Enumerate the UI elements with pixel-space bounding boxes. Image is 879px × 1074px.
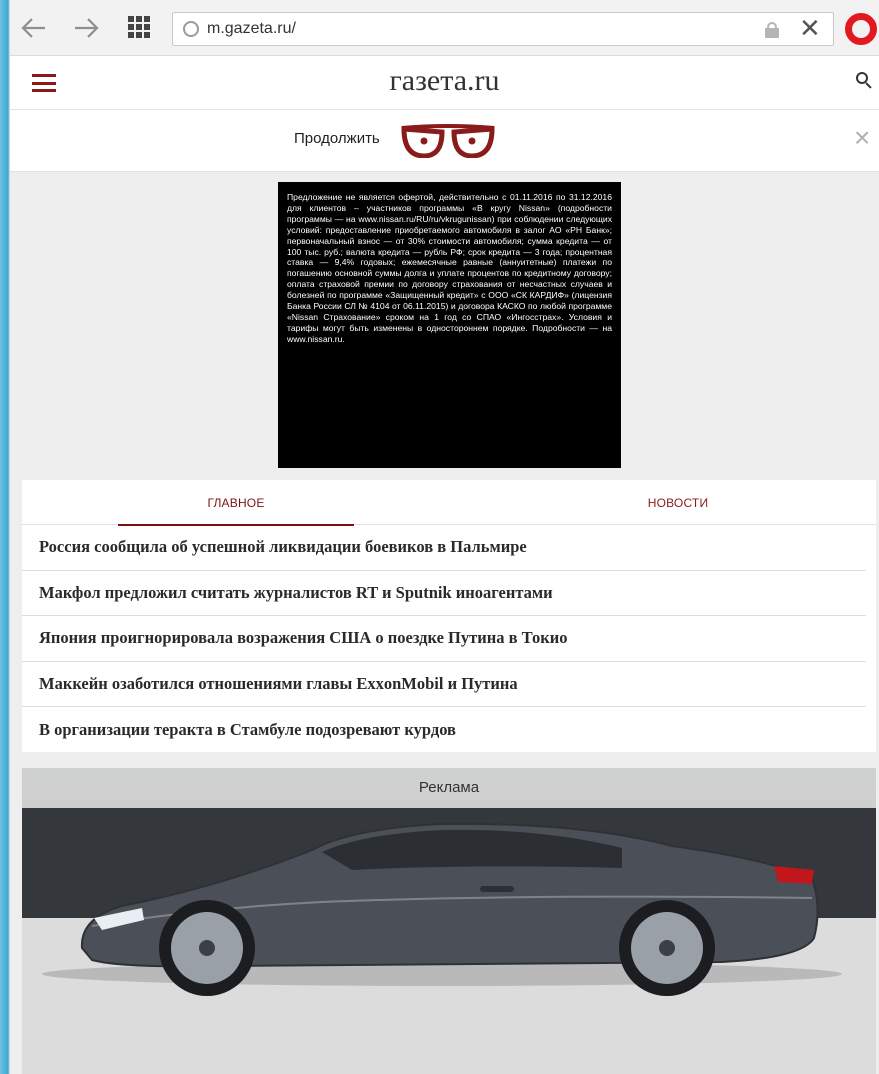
continue-label[interactable]: Продолжить bbox=[294, 130, 380, 147]
tab-news[interactable]: НОВОСТИ bbox=[560, 480, 796, 525]
car-image bbox=[22, 798, 876, 1074]
news-item[interactable]: Япония проигнорировала возражения США о … bbox=[22, 616, 866, 662]
banner-close-icon[interactable]: × bbox=[854, 124, 870, 152]
news-section: ГЛАВНОЕ НОВОСТИ Россия сообщила об успеш… bbox=[22, 480, 876, 752]
globe-icon bbox=[183, 21, 199, 37]
news-item[interactable]: Макфол предложил считать журналистов RT … bbox=[22, 571, 866, 617]
legal-ad-text: Предложение не является офертой, действи… bbox=[287, 192, 612, 344]
car-ad-banner[interactable]: Реклама bbox=[22, 768, 876, 1074]
lock-icon bbox=[765, 22, 779, 38]
continue-banner: Продолжить × bbox=[10, 110, 879, 172]
ad-label-bar: Реклама bbox=[22, 768, 876, 808]
opera-icon[interactable] bbox=[845, 13, 877, 45]
back-arrow-icon[interactable] bbox=[20, 14, 48, 42]
site-header: газета.ru bbox=[10, 56, 879, 110]
news-item[interactable]: Маккейн озаботился отношениями главы Exx… bbox=[22, 662, 866, 708]
news-item[interactable]: Россия сообщила об успешной ликвидации б… bbox=[22, 525, 866, 571]
speed-dial-icon[interactable] bbox=[128, 16, 150, 38]
glasses-icon[interactable] bbox=[400, 124, 496, 158]
ad-label: Реклама bbox=[418, 779, 480, 796]
address-bar[interactable]: m.gazeta.ru/ ✕ bbox=[172, 12, 834, 46]
news-item[interactable]: В организации теракта в Стамбуле подозре… bbox=[22, 707, 866, 753]
browser-window: m.gazeta.ru/ ✕ газета.ru Продолжить × Пр… bbox=[10, 0, 879, 1074]
site-logo[interactable]: газета.ru bbox=[10, 64, 879, 98]
close-icon[interactable]: ✕ bbox=[799, 15, 821, 41]
tab-main[interactable]: ГЛАВНОЕ bbox=[118, 480, 354, 526]
legal-ad-block[interactable]: Предложение не является офертой, действи… bbox=[278, 182, 621, 468]
search-icon[interactable] bbox=[856, 72, 872, 89]
url-text[interactable]: m.gazeta.ru/ bbox=[207, 20, 296, 38]
news-list: Россия сообщила об успешной ликвидации б… bbox=[22, 525, 876, 753]
forward-arrow-icon[interactable] bbox=[72, 14, 100, 42]
tab-bar: ГЛАВНОЕ НОВОСТИ bbox=[22, 480, 876, 526]
browser-toolbar: m.gazeta.ru/ ✕ bbox=[10, 0, 879, 56]
